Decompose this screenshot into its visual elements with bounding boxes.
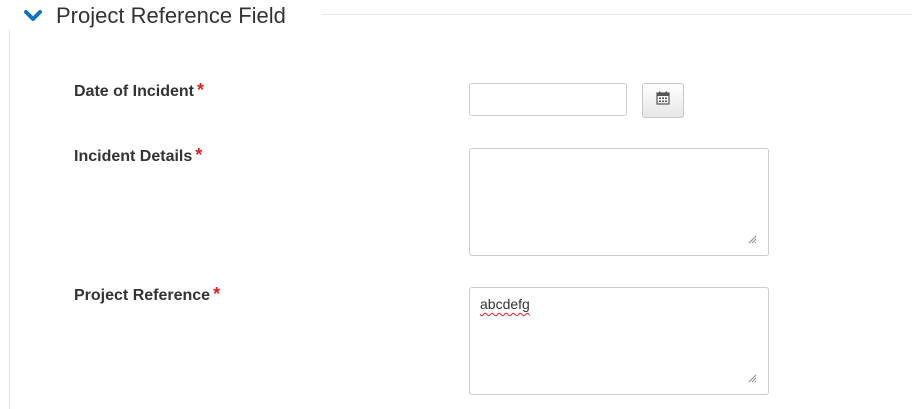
date-of-incident-input[interactable] [469,83,627,116]
date-of-incident-label: Date of Incident * [74,80,204,101]
resize-grip-icon[interactable] [748,235,757,244]
fieldset-border-top [322,14,912,15]
textarea-value: abcdefg [480,296,530,312]
field-label-text: Project Reference [74,287,211,304]
project-reference-textarea[interactable]: abcdefg [469,287,769,395]
form-panel: Project Reference Field Date of Incident… [0,0,912,409]
calendar-icon [656,91,670,110]
resize-grip-icon[interactable] [748,374,757,383]
required-marker: * [213,284,221,304]
chevron-down-icon[interactable] [22,5,44,27]
required-marker: * [197,80,205,100]
field-label-text: Incident Details [74,148,193,165]
required-marker: * [195,145,203,165]
incident-details-textarea[interactable] [469,148,769,256]
fieldset-border-left [9,30,10,409]
project-reference-label: Project Reference * [74,284,220,305]
section-header[interactable]: Project Reference Field [22,0,294,32]
incident-details-label: Incident Details * [74,145,202,166]
field-label-text: Date of Incident [74,83,195,100]
section-title: Project Reference Field [56,3,286,28]
date-picker-button[interactable] [642,83,684,118]
